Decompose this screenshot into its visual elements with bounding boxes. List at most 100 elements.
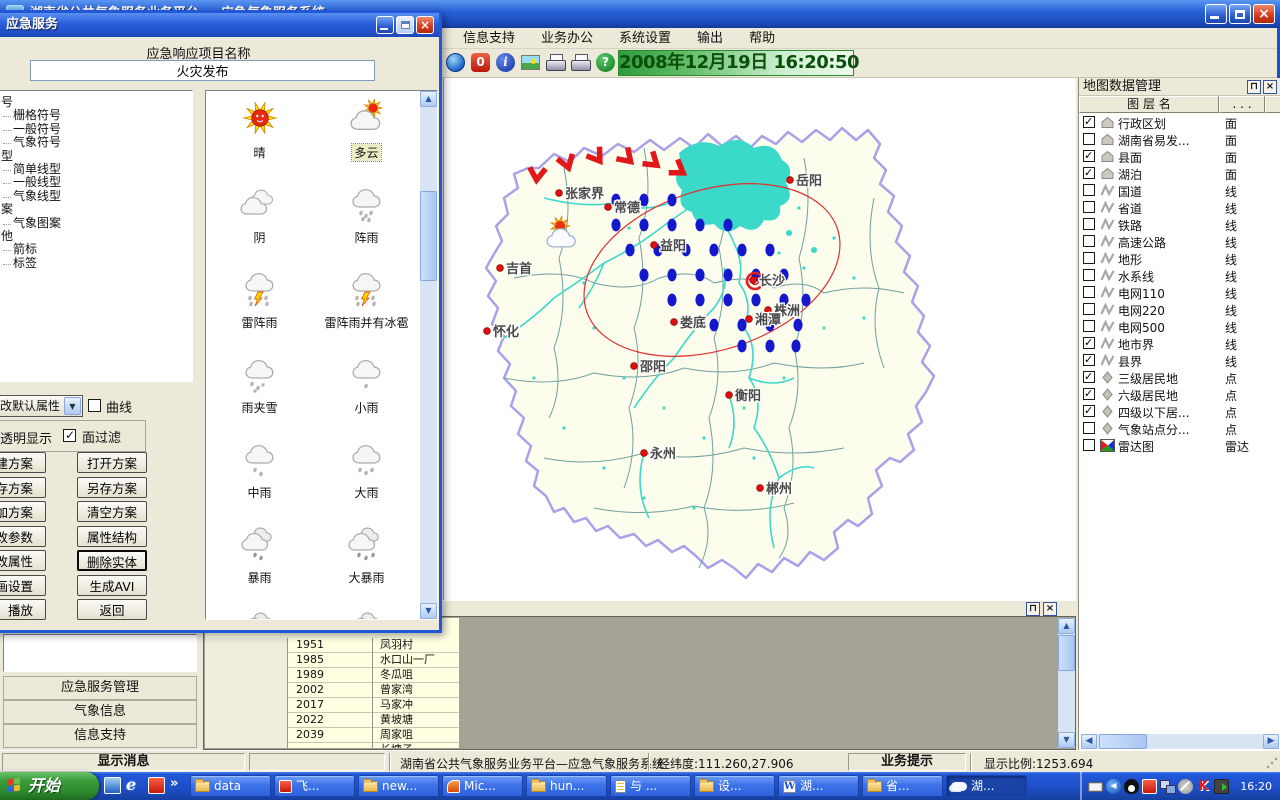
menu-item-0[interactable]: 信息支持	[450, 28, 528, 49]
menu-item-1[interactable]: 业务办公	[528, 28, 606, 49]
tree-item-7[interactable]: 气象线型	[0, 190, 192, 203]
layer-checkbox[interactable]	[1083, 184, 1095, 196]
minimize-button[interactable]	[376, 16, 394, 34]
dialog-button-2[interactable]: 清空方案	[77, 501, 147, 522]
printer-icon[interactable]	[571, 54, 590, 71]
tray-disk-icon[interactable]	[1214, 779, 1229, 794]
weather-item-shower[interactable]: 阵雨	[313, 180, 420, 265]
horizontal-scrollbar[interactable]: ◀ ▶	[1081, 734, 1279, 749]
layer-row-气象站点分...[interactable]: 气象站点分...点	[1079, 420, 1280, 437]
dialog-button-1[interactable]: 另存方案	[77, 477, 147, 498]
dialog-button-4[interactable]: 删除实体	[77, 550, 147, 571]
face-filter-checkbox[interactable]	[63, 429, 76, 442]
weather-item-thunderhail[interactable]: 雷阵雨并有冰雹	[313, 265, 420, 350]
weather-item-bigstorm[interactable]	[313, 605, 420, 620]
start-button[interactable]: 开始	[0, 772, 99, 800]
vertical-scrollbar[interactable]: ▲ ▼	[1058, 618, 1075, 748]
help-icon[interactable]: ?	[596, 53, 615, 72]
layer-checkbox[interactable]	[1083, 439, 1095, 451]
layer-checkbox[interactable]	[1083, 371, 1095, 383]
layer-row-国道[interactable]: 国道线	[1079, 182, 1280, 199]
pin-icon[interactable]: ⊓	[1247, 80, 1261, 94]
tray-network-icon[interactable]	[1160, 779, 1175, 794]
weather-item-suncloud[interactable]: 多云	[313, 95, 420, 180]
dialog-button-6[interactable]: 返回	[77, 599, 147, 620]
weather-item-thunder[interactable]: 雷阵雨	[206, 265, 313, 350]
tray-keyboard-icon[interactable]	[1088, 782, 1103, 792]
layer-row-水系线[interactable]: 水系线线	[1079, 267, 1280, 284]
table-row[interactable]: 2022黄坡塘	[205, 713, 459, 728]
close-icon[interactable]: ×	[1043, 602, 1057, 616]
taskbar-button-8[interactable]: 省...	[862, 775, 943, 797]
layer-row-高速公路[interactable]: 高速公路线	[1079, 233, 1280, 250]
table-row[interactable]: 2017马家冲	[205, 698, 459, 713]
scroll-up-icon[interactable]: ▲	[420, 91, 437, 107]
layer-checkbox[interactable]	[1083, 354, 1095, 366]
table-row[interactable]: 2039周家咀	[205, 728, 459, 743]
quicklaunch-desktop-icon[interactable]	[104, 777, 121, 794]
project-name-input[interactable]	[30, 60, 375, 81]
menu-item-3[interactable]: 输出	[684, 28, 736, 49]
layer-checkbox[interactable]	[1083, 133, 1095, 145]
dialog-button-left-0[interactable]: 建方案	[0, 452, 46, 473]
scroll-thumb[interactable]	[420, 191, 437, 281]
maximize-button[interactable]	[396, 16, 414, 34]
scroll-right-icon[interactable]: ▶	[1263, 734, 1279, 749]
symbol-tree[interactable]: 号栅格符号一般符号气象符号型简单线型一般线型气象线型案气象图案他箭标标签	[0, 90, 193, 382]
layer-row-六级居民地[interactable]: 六级居民地点	[1079, 386, 1280, 403]
weather-item-sun[interactable]: 晴	[206, 95, 313, 180]
globe-icon[interactable]	[446, 53, 465, 72]
tree-item-8[interactable]: 案	[0, 203, 192, 216]
layer-row-四级以下居...[interactable]: 四级以下居...点	[1079, 403, 1280, 420]
scroll-up-icon[interactable]: ▲	[1058, 618, 1075, 634]
layer-checkbox[interactable]	[1083, 269, 1095, 281]
close-icon[interactable]: ×	[1263, 80, 1277, 94]
layer-row-地市界[interactable]: 地市界线	[1079, 335, 1280, 352]
pin-icon[interactable]: ⊓	[1026, 602, 1040, 616]
close-button[interactable]: ×	[416, 16, 434, 34]
scroll-down-icon[interactable]: ▼	[1058, 732, 1075, 748]
stop-icon[interactable]: 0	[471, 53, 490, 72]
taskbar-button-6[interactable]: 设...	[694, 775, 775, 797]
layer-row-湖泊[interactable]: 湖泊面	[1079, 165, 1280, 182]
menu-item-4[interactable]: 帮助	[736, 28, 788, 49]
taskbar-button-0[interactable]: data	[190, 775, 271, 797]
dialog-button-0[interactable]: 打开方案	[77, 452, 147, 473]
tree-item-6[interactable]: 一般线型	[0, 176, 192, 189]
dialog-button-left-6[interactable]: 播放	[0, 599, 46, 620]
layer-checkbox[interactable]	[1083, 422, 1095, 434]
taskbar-button-7[interactable]: W湖...	[778, 775, 859, 797]
tray-back-icon[interactable]: ◀	[1106, 779, 1121, 794]
weather-item-rain3[interactable]: 大雨	[313, 435, 420, 520]
chevron-more-icon[interactable]: »	[170, 776, 178, 791]
layer-checkbox[interactable]	[1083, 150, 1095, 162]
layer-checkbox[interactable]	[1083, 235, 1095, 247]
map-canvas[interactable]: 张家界岳阳常德益阳吉首长沙株洲湘潭娄底怀化邵阳衡阳永州郴州	[443, 78, 1076, 600]
table-row[interactable]: 1989冬瓜咀	[205, 668, 459, 683]
table-row[interactable]: 长塘子	[205, 743, 459, 748]
table-row[interactable]: 2002曾家湾	[205, 683, 459, 698]
layer-checkbox[interactable]	[1083, 201, 1095, 213]
layer-row-三级居民地[interactable]: 三级居民地点	[1079, 369, 1280, 386]
layer-row-行政区划[interactable]: 行政区划面	[1079, 114, 1280, 131]
info-icon[interactable]: i	[496, 53, 515, 72]
station-table[interactable]: 1951凤羽村1985水口山一厂1989冬瓜咀2002曾家湾2017马家冲202…	[205, 618, 459, 748]
tree-item-3[interactable]: 气象符号	[0, 136, 192, 149]
layer-row-省道[interactable]: 省道线	[1079, 199, 1280, 216]
tree-item-12[interactable]: 标签	[0, 257, 192, 270]
layer-checkbox[interactable]	[1083, 252, 1095, 264]
tree-item-11[interactable]: 箭标	[0, 243, 192, 256]
layer-row-县面[interactable]: 县面面	[1079, 148, 1280, 165]
tray-qq-icon[interactable]	[1124, 779, 1139, 794]
dialog-button-left-5[interactable]: 画设置	[0, 575, 46, 596]
layer-row-电网500[interactable]: 电网500线	[1079, 318, 1280, 335]
layer-checkbox[interactable]	[1083, 218, 1095, 230]
weather-item-storm[interactable]: 暴雨	[206, 520, 313, 605]
taskbar-button-5[interactable]: 与 ...	[610, 775, 691, 797]
weather-item-rain2[interactable]: 中雨	[206, 435, 313, 520]
layer-row-雷达图[interactable]: 雷达图雷达	[1079, 437, 1280, 454]
left-panel-button-emergency[interactable]: 应急服务管理	[3, 676, 197, 700]
dialog-button-left-4[interactable]: 改属性	[0, 550, 46, 571]
taskbar-button-2[interactable]: new...	[358, 775, 439, 797]
column-header-more[interactable]: . . .	[1219, 96, 1265, 113]
